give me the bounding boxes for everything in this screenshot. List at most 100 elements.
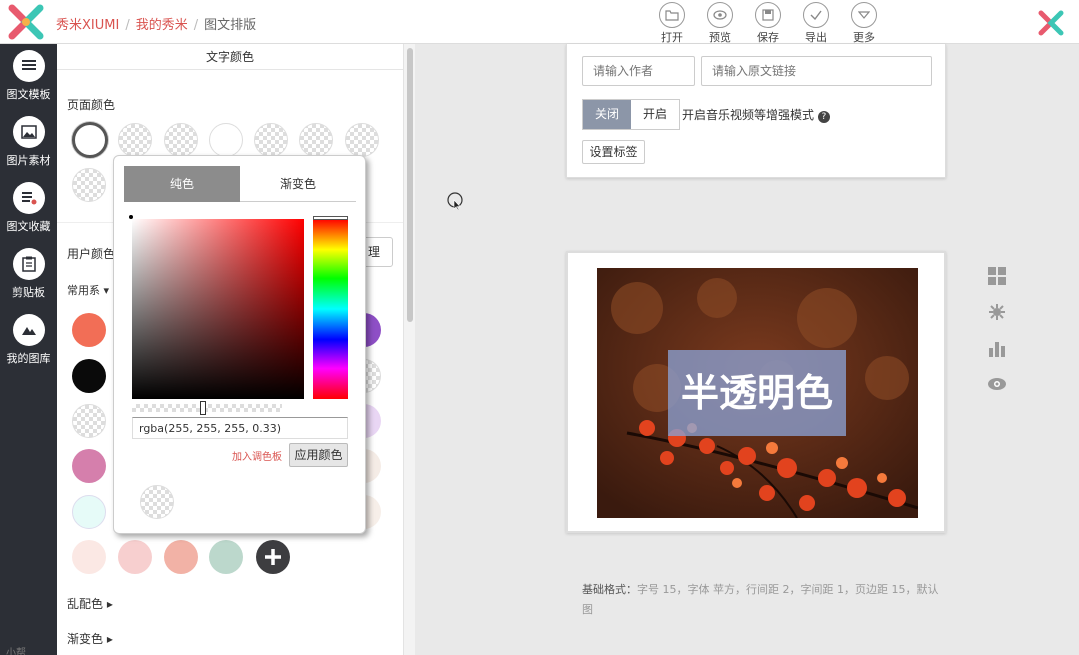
preview-label: 预览 xyxy=(709,31,731,44)
enhanced-mode-text: 开启音乐视频等增强模式 ? xyxy=(682,106,830,123)
base-format-label: 基础格式： xyxy=(582,583,637,596)
folder-icon xyxy=(659,2,685,28)
bookmark-list-icon xyxy=(12,182,45,214)
eye-icon[interactable] xyxy=(985,372,1009,396)
sidebar-item-label: 剪贴板 xyxy=(12,286,45,299)
more-button[interactable]: 更多 xyxy=(840,0,888,44)
left-nav: 图文模板 图片素材 图文收藏 剪贴板 我的图库 小帮 xyxy=(0,44,57,655)
more-down-icon xyxy=(851,2,877,28)
alpha-slider[interactable] xyxy=(132,401,282,415)
plus-icon xyxy=(265,549,281,565)
image-icon xyxy=(12,116,45,148)
eye-icon xyxy=(707,2,733,28)
toggle-off-button[interactable]: 关闭 xyxy=(583,100,631,129)
check-icon xyxy=(803,2,829,28)
bar-chart-icon[interactable] xyxy=(985,336,1009,360)
saturation-value-area[interactable] xyxy=(132,219,304,399)
page-color-swatch[interactable] xyxy=(118,123,152,157)
breadcrumb-my-xiumi[interactable]: 我的秀米 xyxy=(136,18,188,33)
article-settings-card: 关闭 开启 开启音乐视频等增强模式 ? 设置标签 xyxy=(566,44,946,178)
sidebar-item-images[interactable]: 图片素材 xyxy=(0,110,57,176)
user-color-swatch[interactable] xyxy=(72,449,106,483)
semi-transparent-text-box[interactable]: 半透明色 xyxy=(668,350,846,436)
common-series-dropdown[interactable]: 常用系 ▾ xyxy=(67,282,109,298)
apply-color-button[interactable]: 应用颜色 xyxy=(289,443,348,467)
sidebar-item-gallery[interactable]: 我的图库 xyxy=(0,308,57,374)
panel-title: 文字颜色 xyxy=(57,44,403,70)
page-color-swatch[interactable] xyxy=(72,168,106,202)
random-color-label: 乱配色 xyxy=(67,597,104,611)
color-preview-swatch xyxy=(140,485,174,519)
list-icon xyxy=(12,50,45,82)
gradient-color-label: 渐变色 xyxy=(67,632,104,646)
save-button[interactable]: 保存 xyxy=(744,0,792,44)
breadcrumb-home[interactable]: 秀米XIUMI xyxy=(56,18,119,33)
toggle-on-button[interactable]: 开启 xyxy=(631,100,679,129)
layout-grid-icon[interactable] xyxy=(985,264,1009,288)
hue-handle[interactable] xyxy=(313,216,348,220)
sidebar-item-templates[interactable]: 图文模板 xyxy=(0,44,57,110)
page-color-swatch[interactable] xyxy=(209,123,243,157)
more-label: 更多 xyxy=(853,31,875,44)
enhanced-mode-toggle: 关闭 开启 xyxy=(582,99,680,130)
sidebar-bottom-text: 小帮 xyxy=(6,648,26,655)
sidebar-item-label: 图文收藏 xyxy=(6,220,51,233)
mouse-cursor-icon xyxy=(447,192,463,210)
page-color-swatch[interactable] xyxy=(345,123,379,157)
sidebar-item-clipboard[interactable]: 剪贴板 xyxy=(0,242,57,308)
export-button[interactable]: 导出 xyxy=(792,0,840,44)
tab-gradient[interactable]: 渐变色 xyxy=(240,166,356,202)
hue-slider[interactable] xyxy=(313,216,348,399)
sidebar-item-label: 图片素材 xyxy=(6,154,51,167)
right-tools xyxy=(985,264,1009,408)
user-color-swatch[interactable] xyxy=(72,359,106,393)
user-color-swatch[interactable] xyxy=(72,540,106,574)
open-label: 打开 xyxy=(661,31,683,44)
gear-icon[interactable] xyxy=(985,300,1009,324)
help-icon[interactable]: ? xyxy=(817,111,830,123)
open-button[interactable]: 打开 xyxy=(648,0,696,44)
enhanced-mode-label: 开启音乐视频等增强模式 xyxy=(682,108,815,122)
user-color-swatch[interactable] xyxy=(72,404,106,438)
page-color-swatch[interactable] xyxy=(164,123,198,157)
sidebar-item-label: 我的图库 xyxy=(6,352,51,365)
gradient-color-toggle[interactable]: 渐变色 ▸ xyxy=(67,630,113,647)
user-color-swatch[interactable] xyxy=(72,313,106,347)
add-color-button[interactable] xyxy=(256,540,290,574)
picker-tabs: 纯色 渐变色 xyxy=(124,166,356,202)
breadcrumb: 秀米XIUMI / 我的秀米 / 图文排版 xyxy=(56,18,257,33)
set-tags-button[interactable]: 设置标签 xyxy=(582,140,645,164)
common-series-label: 常用系 xyxy=(67,284,100,297)
autumn-leaves-image[interactable]: 半透明色 xyxy=(597,268,918,518)
scrollbar-thumb[interactable] xyxy=(407,48,413,322)
export-label: 导出 xyxy=(805,31,827,44)
user-color-swatch[interactable] xyxy=(72,495,106,529)
sidebar-item-favorites[interactable]: 图文收藏 xyxy=(0,176,57,242)
color-value-input[interactable] xyxy=(132,417,348,439)
xiumi-logo-icon[interactable] xyxy=(6,4,46,40)
author-input[interactable] xyxy=(582,56,695,86)
breadcrumb-current: 图文排版 xyxy=(204,18,257,33)
add-to-palette-link[interactable]: 加入调色板 xyxy=(232,448,282,463)
top-bar: 秀米XIUMI / 我的秀米 / 图文排版 打开 预览 保存 导出 更多 xyxy=(0,0,1079,44)
preview-button[interactable]: 预览 xyxy=(696,0,744,44)
sidebar-item-label: 图文模板 xyxy=(6,88,51,101)
image-block-card[interactable]: 半透明色 xyxy=(566,251,946,533)
source-link-input[interactable] xyxy=(701,56,932,86)
page-color-label: 页面颜色 xyxy=(67,98,116,112)
toolbar: 打开 预览 保存 导出 更多 xyxy=(648,0,888,44)
random-color-toggle[interactable]: 乱配色 ▸ xyxy=(67,595,113,612)
color-picker-popup: 纯色 渐变色 加入调色板 应用颜色 xyxy=(113,155,366,534)
page-color-swatch[interactable] xyxy=(299,123,333,157)
mountain-icon xyxy=(12,314,45,346)
user-color-swatch[interactable] xyxy=(209,540,243,574)
user-color-swatch[interactable] xyxy=(118,540,152,574)
tab-solid[interactable]: 纯色 xyxy=(124,166,240,202)
alpha-handle[interactable] xyxy=(200,401,206,415)
page-color-swatch[interactable] xyxy=(254,123,288,157)
page-color-swatch-selected[interactable] xyxy=(72,122,108,158)
panel-scrollbar[interactable] xyxy=(403,44,415,655)
xiumi-logo-icon xyxy=(1038,10,1064,36)
base-format-info: 基础格式：字号 15，字体 苹方，行间距 2，字间距 1，页边距 15，默认图 xyxy=(582,580,942,620)
user-color-swatch[interactable] xyxy=(164,540,198,574)
